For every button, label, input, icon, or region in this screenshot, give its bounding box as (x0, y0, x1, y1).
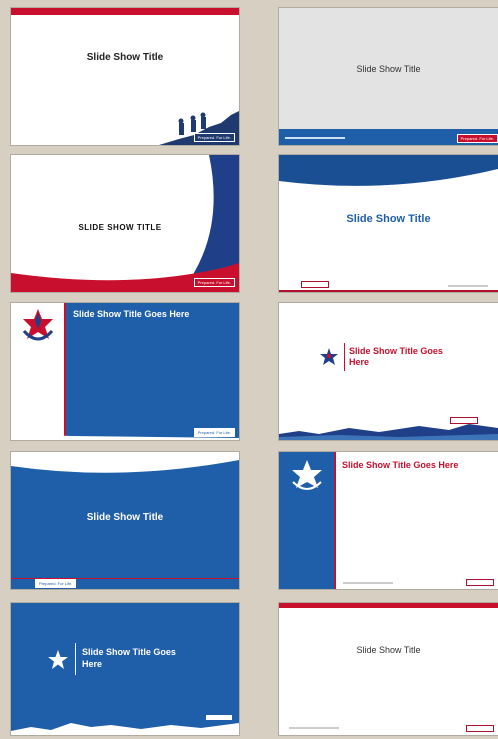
template-thumbnail-9[interactable]: Slide Show Title Goes Here (11, 603, 239, 735)
footer-badge (466, 725, 494, 732)
prepared-for-life-badge: Prepared. For Life. (193, 428, 235, 437)
top-red-bar (279, 603, 498, 608)
slide-title: Slide Show Title (86, 52, 164, 63)
slide-title: Slide Show Title (346, 213, 431, 225)
top-red-bar (11, 8, 239, 15)
footer-badge (205, 714, 233, 721)
template-thumbnail-6[interactable]: Slide Show Title Goes Here (279, 303, 498, 440)
bsa-emblem-icon (48, 650, 68, 669)
template-thumbnail-2[interactable]: Slide Show Title Prepared. For Life. (279, 8, 498, 145)
column-red-divider (334, 452, 336, 589)
slide-title: Slide Show Title Goes Here (342, 460, 459, 470)
footer-badge (301, 281, 329, 288)
template-thumbnail-10[interactable]: Slide Show Title (279, 603, 498, 735)
template-thumbnail-7[interactable]: Slide Show Title Prepared. For Life. (11, 452, 239, 589)
slide-title: Slide Show Title (356, 645, 421, 655)
footer-text-line (285, 137, 345, 139)
prepared-for-life-badge: Prepared. For Life. (193, 278, 235, 287)
footer-text-line (343, 582, 393, 584)
slide-title: Slide Show Title (356, 64, 421, 74)
panel-red-divider (64, 303, 66, 440)
slide-title: Slide Show Title Goes Here (73, 309, 190, 319)
bsa-emblem-icon (292, 460, 322, 490)
footer-text-line (289, 727, 339, 729)
template-thumbnail-1[interactable]: Slide Show Title Prepared. For Life. (11, 8, 239, 145)
footer-text-line (448, 285, 488, 287)
slide-title: SLIDE SHOW TITLE (78, 223, 162, 232)
slide-title: Slide Show Title Goes Here (82, 647, 176, 669)
bsa-emblem-icon (22, 309, 54, 341)
blue-top-wave (279, 155, 498, 186)
white-top-wave (11, 452, 239, 473)
bottom-red-line (279, 290, 498, 292)
prepared-for-life-badge: Prepared. For Life. (456, 134, 498, 143)
title-divider (75, 643, 76, 675)
bsa-emblem-icon (320, 348, 338, 365)
slide-title: Slide Show Title (86, 512, 164, 523)
title-divider (344, 343, 345, 371)
footer-badge (450, 417, 478, 424)
template-thumbnail-5[interactable]: Slide Show Title Goes Here Prepared. For… (11, 303, 239, 440)
prepared-for-life-badge: Prepared. For Life. (35, 579, 77, 588)
slide-title: Slide Show Title Goes Here (349, 346, 443, 367)
template-thumbnail-8[interactable]: Slide Show Title Goes Here (279, 452, 498, 589)
template-thumbnail-4[interactable]: Slide Show Title (279, 155, 498, 292)
footer-badge (466, 579, 494, 586)
template-thumbnail-3[interactable]: SLIDE SHOW TITLE Prepared. For Life. (11, 155, 239, 292)
prepared-for-life-badge: Prepared. For Life. (193, 133, 235, 142)
